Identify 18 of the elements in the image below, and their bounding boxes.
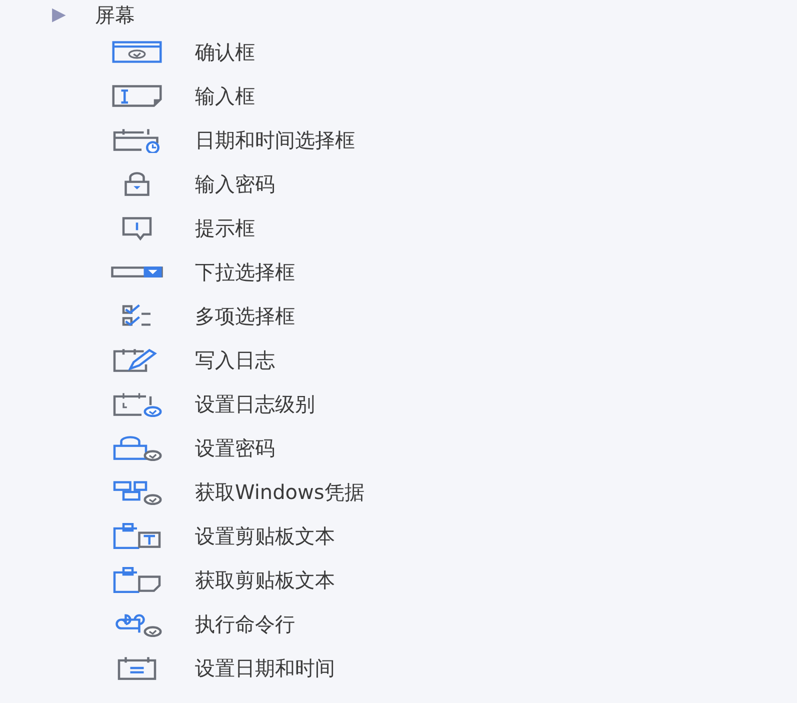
tree-item[interactable]: 设置日志级别 [195,394,315,414]
tree-item[interactable]: 设置密码 [195,438,275,458]
tree-item[interactable]: 输入框 [195,86,255,106]
dialog-icon [110,39,164,65]
tree-item[interactable]: 写入日志 [195,350,275,370]
tree-item[interactable]: 执行命令行 [195,614,295,634]
tree-item[interactable]: 输入密码 [195,174,275,194]
tree-item[interactable]: 设置日期和时间 [195,658,335,678]
tree-item[interactable]: 日期和时间选择框 [195,130,355,150]
tree-item[interactable]: 提示框 [195,218,255,238]
tree-item[interactable]: 下拉选择框 [195,262,295,282]
tree-item[interactable]: 获取剪贴板文本 [195,570,335,590]
tree-item[interactable]: 确认框 [195,42,255,62]
tree-item[interactable]: 多项选择框 [195,306,295,326]
tree-group-label[interactable]: 屏幕 [95,5,135,25]
text-field-icon [110,83,164,109]
tree-item[interactable]: 设置剪贴板文本 [195,526,335,546]
tree-item[interactable]: 获取Windows凭据 [195,482,364,502]
